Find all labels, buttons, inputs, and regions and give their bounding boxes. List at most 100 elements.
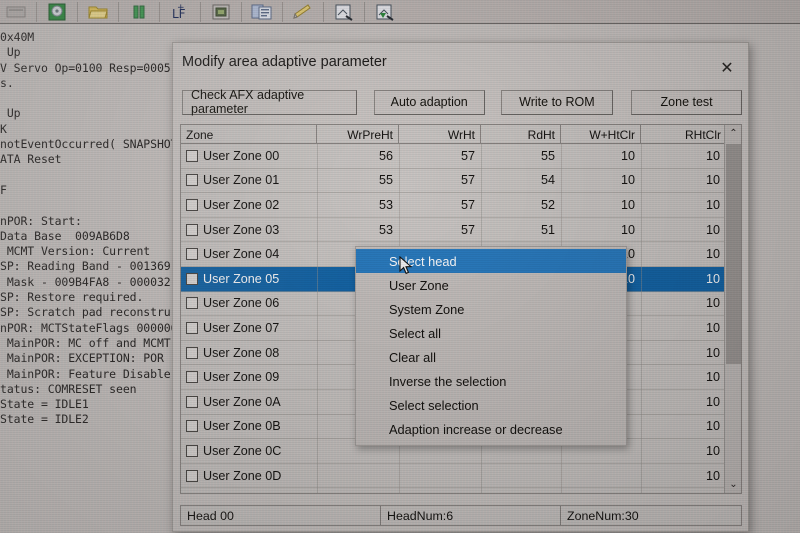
lf-plus-icon[interactable]: LF + — [167, 1, 193, 23]
whtclr-cell[interactable]: 10 — [561, 144, 641, 168]
rhtclr-cell[interactable]: 10 — [641, 439, 726, 463]
zone-cell[interactable]: User Zone 0C — [181, 439, 317, 463]
wrpreht-cell[interactable]: 53 — [317, 218, 399, 242]
zone-cell[interactable]: User Zone 0E — [181, 488, 317, 493]
rdht-cell[interactable]: 52 — [481, 193, 561, 217]
table-row[interactable]: User Zone 03 53 57 51 10 10 — [181, 218, 741, 243]
zone-test-button[interactable]: Zone test — [631, 89, 742, 115]
zone-checkbox[interactable] — [186, 149, 198, 162]
rdht-cell[interactable] — [481, 464, 561, 488]
blank-icon[interactable] — [3, 1, 29, 23]
rdht-cell[interactable]: 54 — [481, 169, 561, 193]
column-header-zone[interactable]: Zone — [181, 125, 317, 144]
rhtclr-cell[interactable]: 10 — [641, 488, 726, 493]
auto-adaption-button[interactable]: Auto adaption — [373, 89, 485, 115]
zone-checkbox[interactable] — [186, 321, 198, 334]
copy-document-icon[interactable] — [249, 1, 275, 23]
table-row[interactable]: User Zone 0D 10 — [181, 464, 741, 489]
wrpreht-cell[interactable] — [317, 488, 399, 493]
chip-icon[interactable] — [208, 1, 234, 23]
menu-item[interactable]: Adaption increase or decrease — [356, 417, 626, 441]
zone-cell[interactable]: User Zone 02 — [181, 193, 317, 217]
wrht-cell[interactable]: 57 — [399, 218, 481, 242]
zone-cell[interactable]: User Zone 06 — [181, 292, 317, 316]
column-header-rdht[interactable]: RdHt — [481, 125, 561, 144]
rdht-cell[interactable]: 55 — [481, 144, 561, 168]
zone-checkbox[interactable] — [186, 371, 198, 384]
table-row[interactable]: User Zone 01 55 57 54 10 10 — [181, 169, 741, 194]
rhtclr-cell[interactable]: 10 — [641, 267, 726, 291]
zone-cell[interactable]: User Zone 09 — [181, 365, 317, 389]
whtclr-cell[interactable] — [561, 464, 641, 488]
zone-cell[interactable]: User Zone 04 — [181, 242, 317, 266]
zone-cell[interactable]: User Zone 05 — [181, 267, 317, 291]
wrht-cell[interactable]: 57 — [399, 169, 481, 193]
wrpreht-cell[interactable]: 53 — [317, 193, 399, 217]
rhtclr-cell[interactable]: 10 — [641, 242, 726, 266]
zone-checkbox[interactable] — [186, 223, 198, 236]
zone-checkbox[interactable] — [186, 469, 198, 482]
rhtclr-cell[interactable]: 10 — [641, 464, 726, 488]
zone-checkbox[interactable] — [186, 297, 198, 310]
wrpreht-cell[interactable]: 56 — [317, 144, 399, 168]
rhtclr-cell[interactable]: 10 — [641, 415, 726, 439]
zone-cell[interactable]: User Zone 01 — [181, 169, 317, 193]
zone-cell[interactable]: User Zone 00 — [181, 144, 317, 168]
close-icon[interactable]: ✕ — [716, 57, 738, 77]
menu-item[interactable]: Select all — [356, 321, 626, 345]
rdht-cell[interactable]: 51 — [481, 218, 561, 242]
folder-open-icon[interactable] — [85, 1, 111, 23]
whtclr-cell[interactable]: 10 — [561, 218, 641, 242]
zone-checkbox[interactable] — [186, 346, 198, 359]
rhtclr-cell[interactable]: 10 — [641, 390, 726, 414]
zone-checkbox[interactable] — [186, 395, 198, 408]
menu-item[interactable]: Select selection — [356, 393, 626, 417]
rhtclr-cell[interactable]: 10 — [641, 341, 726, 365]
write-to-rom-button[interactable]: Write to ROM — [500, 89, 614, 115]
zone-checkbox[interactable] — [186, 444, 198, 457]
wrht-cell[interactable] — [399, 488, 481, 493]
column-header-wrht[interactable]: WrHt — [399, 125, 481, 144]
zone-checkbox[interactable] — [186, 248, 198, 261]
column-header-wrpreht[interactable]: WrPreHt — [317, 125, 399, 144]
rhtclr-cell[interactable]: 10 — [641, 292, 726, 316]
grid-vertical-scrollbar[interactable]: ⌃ ⌄ — [724, 125, 741, 493]
zone-checkbox[interactable] — [186, 420, 198, 433]
rhtclr-cell[interactable]: 10 — [641, 316, 726, 340]
document-download-icon[interactable] — [372, 1, 398, 23]
menu-item[interactable]: Select head — [356, 249, 626, 273]
column-header-rhtclr[interactable]: RHtClr — [641, 125, 726, 144]
whtclr-cell[interactable]: 10 — [561, 169, 641, 193]
wrht-cell[interactable]: 57 — [399, 144, 481, 168]
rhtclr-cell[interactable]: 10 — [641, 169, 726, 193]
menu-item[interactable]: User Zone — [356, 273, 626, 297]
table-row[interactable]: User Zone 00 56 57 55 10 10 — [181, 144, 741, 169]
zone-cell[interactable]: User Zone 0A — [181, 390, 317, 414]
menu-item[interactable]: Inverse the selection — [356, 369, 626, 393]
zone-cell[interactable]: User Zone 0B — [181, 415, 317, 439]
rdht-cell[interactable] — [481, 488, 561, 493]
whtclr-cell[interactable] — [561, 488, 641, 493]
zone-cell[interactable]: User Zone 03 — [181, 218, 317, 242]
zone-cell[interactable]: User Zone 08 — [181, 341, 317, 365]
table-row[interactable]: User Zone 0E 10 — [181, 488, 741, 493]
column-header-whtclr[interactable]: W+HtClr — [561, 125, 641, 144]
whtclr-cell[interactable]: 10 — [561, 193, 641, 217]
scroll-up-icon[interactable]: ⌃ — [725, 125, 741, 142]
rhtclr-cell[interactable]: 10 — [641, 193, 726, 217]
scrollbar-thumb[interactable] — [726, 144, 741, 364]
menu-item[interactable]: System Zone — [356, 297, 626, 321]
pause-icon[interactable] — [126, 1, 152, 23]
drive-icon[interactable] — [44, 1, 70, 23]
wrpreht-cell[interactable] — [317, 464, 399, 488]
zone-checkbox[interactable] — [186, 198, 198, 211]
wrht-cell[interactable] — [399, 464, 481, 488]
pencil-edit-icon[interactable] — [290, 1, 316, 23]
menu-item[interactable]: Clear all — [356, 345, 626, 369]
zone-cell[interactable]: User Zone 07 — [181, 316, 317, 340]
rhtclr-cell[interactable]: 10 — [641, 365, 726, 389]
table-row[interactable]: User Zone 02 53 57 52 10 10 — [181, 193, 741, 218]
zone-cell[interactable]: User Zone 0D — [181, 464, 317, 488]
document-scan-icon[interactable] — [331, 1, 357, 23]
wrpreht-cell[interactable]: 55 — [317, 169, 399, 193]
